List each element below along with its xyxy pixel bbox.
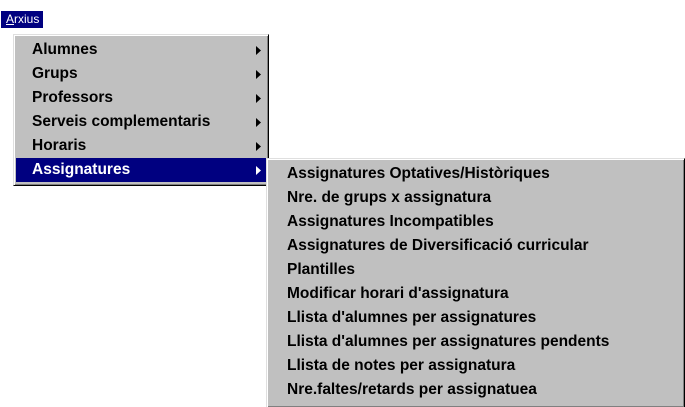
menubar-arxius[interactable]: Arxius	[1, 11, 43, 28]
submenu-item-label: Nre. de grups x assignatura	[287, 189, 492, 206]
submenu-item-llista-alumnes[interactable]: Llista d'alumnes per assignatures	[269, 306, 682, 330]
arxius-menu: Alumnes Grups Professors Serveis complem…	[13, 34, 269, 186]
menu-item-label: Professors	[32, 89, 113, 106]
submenu-item-label: Llista de notes per assignatura	[287, 357, 516, 374]
submenu-item-label: Assignatures Incompatibles	[287, 213, 494, 230]
submenu-arrow-icon	[254, 62, 262, 86]
submenu-item-incompatibles[interactable]: Assignatures Incompatibles	[269, 210, 682, 234]
menu-item-label: Serveis complementaris	[32, 113, 211, 130]
assignatures-submenu: Assignatures Optatives/Històriques Nre. …	[266, 158, 685, 407]
submenu-item-label: Plantilles	[287, 261, 356, 278]
menu-item-professors[interactable]: Professors	[16, 86, 266, 110]
submenu-arrow-icon	[254, 38, 262, 62]
submenu-item-modificar-horari[interactable]: Modificar horari d'assignatura	[269, 282, 682, 306]
submenu-arrow-icon	[254, 110, 262, 134]
submenu-item-diversificacio[interactable]: Assignatures de Diversificació curricula…	[269, 234, 682, 258]
menu-item-grups[interactable]: Grups	[16, 62, 266, 86]
menubar-arxius-mnemonic: A	[6, 12, 15, 26]
menu-item-label: Alumnes	[32, 41, 98, 58]
menu-item-label: Assignatures	[32, 161, 131, 178]
submenu-item-label: Llista d'alumnes per assignatures penden…	[287, 333, 610, 350]
menu-item-label: Grups	[32, 65, 78, 82]
submenu-item-nre-grups[interactable]: Nre. de grups x assignatura	[269, 186, 682, 210]
submenu-arrow-icon	[254, 158, 262, 182]
submenu-item-label: Assignatures Optatives/Històriques	[287, 165, 550, 182]
submenu-item-llista-notes[interactable]: Llista de notes per assignatura	[269, 354, 682, 378]
menu-item-alumnes[interactable]: Alumnes	[16, 38, 266, 62]
submenu-item-label: Modificar horari d'assignatura	[287, 285, 509, 302]
submenu-item-label: Llista d'alumnes per assignatures	[287, 309, 537, 326]
submenu-item-faltes-retards[interactable]: Nre.faltes/retards per assignatuea	[269, 378, 682, 402]
menu-item-serveis-complementaris[interactable]: Serveis complementaris	[16, 110, 266, 134]
submenu-item-label: Assignatures de Diversificació curricula…	[287, 237, 589, 254]
menu-item-label: Horaris	[32, 137, 87, 154]
menubar-arxius-label: rxius	[14, 12, 40, 26]
submenu-arrow-icon	[254, 134, 262, 158]
submenu-item-label: Nre.faltes/retards per assignatuea	[287, 381, 537, 398]
submenu-arrow-icon	[254, 86, 262, 110]
menu-item-assignatures[interactable]: Assignatures	[16, 158, 266, 182]
submenu-item-llista-alumnes-pendents[interactable]: Llista d'alumnes per assignatures penden…	[269, 330, 682, 354]
submenu-item-plantilles[interactable]: Plantilles	[269, 258, 682, 282]
submenu-item-optatives-historiques[interactable]: Assignatures Optatives/Històriques	[269, 162, 682, 186]
menu-item-horaris[interactable]: Horaris	[16, 134, 266, 158]
